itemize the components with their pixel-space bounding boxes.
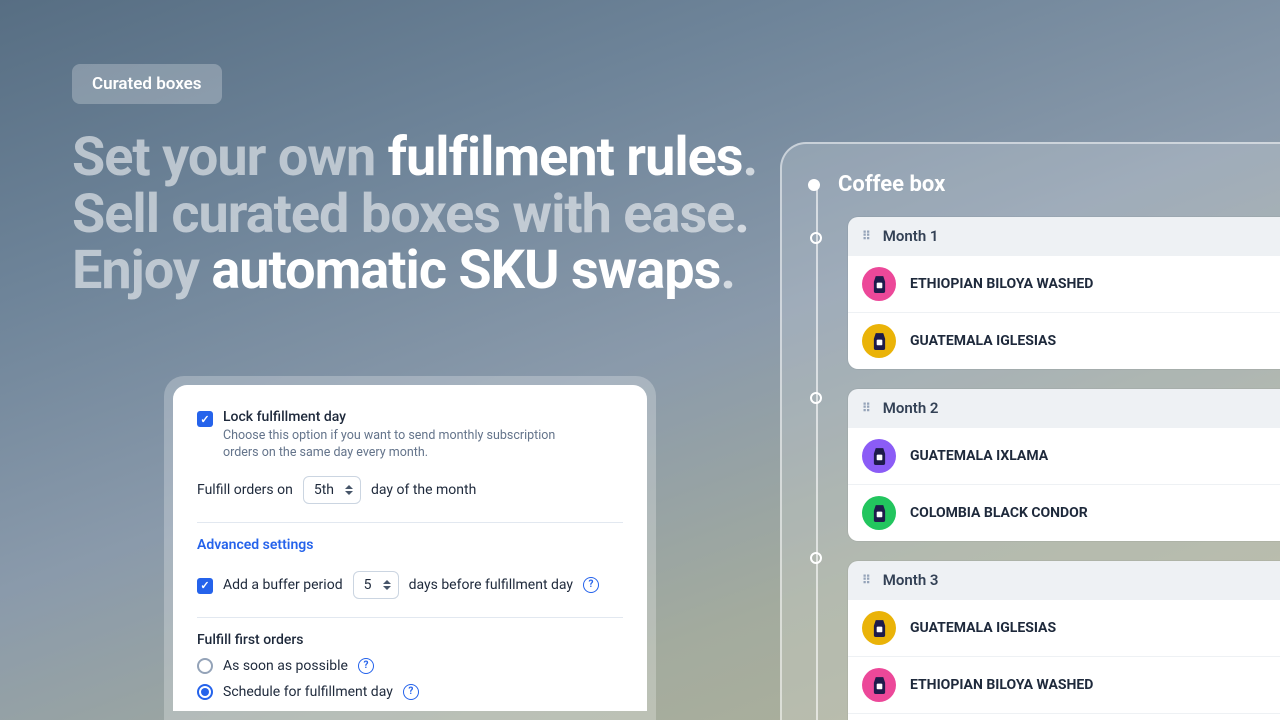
category-badge: Curated boxes bbox=[72, 64, 222, 104]
coffee-bag-icon bbox=[862, 439, 896, 473]
hero-line3-em: automatic SKU swaps bbox=[211, 239, 720, 302]
fulfill-on-pre: Fulfill orders on bbox=[197, 482, 293, 498]
advanced-settings-link[interactable]: Advanced settings bbox=[197, 537, 313, 553]
sku-item[interactable]: ETHIOPIAN BILOYA WASHED bbox=[848, 255, 1280, 312]
buffer-days-value: 5 bbox=[364, 577, 372, 593]
help-icon[interactable]: ? bbox=[403, 684, 419, 700]
drag-handle-icon[interactable]: ⠿ bbox=[862, 577, 873, 583]
buffer-days-stepper[interactable]: 5 bbox=[353, 571, 399, 599]
first-orders-radio-asap[interactable] bbox=[197, 658, 213, 674]
stepper-caret-icon bbox=[382, 577, 392, 593]
fulfill-day-stepper[interactable]: 5th bbox=[303, 476, 361, 504]
fulfill-on-post: day of the month bbox=[371, 482, 476, 498]
sku-item[interactable]: GUATEMALA IGLESIAS bbox=[848, 312, 1280, 369]
help-icon[interactable]: ? bbox=[583, 577, 599, 593]
divider bbox=[197, 617, 623, 618]
timeline-ring bbox=[810, 552, 822, 564]
hero-line2: Sell curated boxes with ease bbox=[72, 183, 734, 246]
hero-line3-pre: Enjoy bbox=[72, 239, 211, 302]
hero-line1-em: fulfilment rules bbox=[388, 126, 743, 189]
sku-name: ETHIOPIAN BILOYA WASHED bbox=[910, 276, 1093, 292]
help-icon[interactable]: ? bbox=[358, 658, 374, 674]
sku-name: GUATEMALA IXLAMA bbox=[910, 448, 1048, 464]
sku-item[interactable]: GUATEMALA IGLESIAS bbox=[848, 599, 1280, 656]
coffee-bag-icon bbox=[862, 496, 896, 530]
buffer-checkbox[interactable]: ✓ bbox=[197, 578, 213, 594]
sku-item[interactable]: PERU FLIGHT 412 NATURAL bbox=[848, 713, 1280, 720]
lock-fulfillment-label: Lock fulfillment day bbox=[223, 409, 583, 425]
month-card: ⠿ Month 1 ETHIOPIAN BILOYA WASHED GUATEM… bbox=[848, 217, 1280, 369]
month-label: Month 1 bbox=[883, 227, 939, 245]
fulfill-day-value: 5th bbox=[314, 482, 334, 498]
lock-fulfillment-checkbox[interactable]: ✓ bbox=[197, 411, 213, 427]
divider bbox=[197, 522, 623, 523]
month-header[interactable]: ⠿ Month 3 bbox=[848, 561, 1280, 599]
first-orders-schedule-label: Schedule for fulfillment day bbox=[223, 684, 393, 700]
month-card: ⠿ Month 3 GUATEMALA IGLESIAS ETHIOPIAN B… bbox=[848, 561, 1280, 720]
timeline-dot bbox=[808, 179, 820, 191]
timeline-ring bbox=[810, 232, 822, 244]
buffer-label: Add a buffer period bbox=[223, 577, 343, 593]
timeline-line bbox=[816, 186, 818, 720]
drag-handle-icon[interactable]: ⠿ bbox=[862, 405, 873, 411]
coffee-bag-icon bbox=[862, 267, 896, 301]
sku-item[interactable]: COLOMBIA BLACK CONDOR bbox=[848, 484, 1280, 541]
month-card: ⠿ Month 2 GUATEMALA IXLAMA COLOMBIA BLAC… bbox=[848, 389, 1280, 541]
first-orders-radio-schedule[interactable] bbox=[197, 684, 213, 700]
first-orders-asap-label: As soon as possible bbox=[223, 658, 348, 674]
coffee-box-panel: Coffee box ⠿ Month 1 ETHIOPIAN BILOYA WA… bbox=[780, 142, 1280, 720]
settings-card-outer: ✓ Lock fulfillment day Choose this optio… bbox=[164, 376, 656, 720]
coffee-bag-icon bbox=[862, 324, 896, 358]
month-header[interactable]: ⠿ Month 1 bbox=[848, 217, 1280, 255]
sku-name: GUATEMALA IGLESIAS bbox=[910, 620, 1056, 636]
settings-card: ✓ Lock fulfillment day Choose this optio… bbox=[173, 385, 647, 711]
panel-title: Coffee box bbox=[838, 172, 945, 197]
sku-name: COLOMBIA BLACK CONDOR bbox=[910, 505, 1088, 521]
sku-name: GUATEMALA IGLESIAS bbox=[910, 333, 1056, 349]
sku-item[interactable]: GUATEMALA IXLAMA bbox=[848, 427, 1280, 484]
month-label: Month 3 bbox=[883, 571, 939, 589]
sku-item[interactable]: ETHIOPIAN BILOYA WASHED bbox=[848, 656, 1280, 713]
lock-fulfillment-hint: Choose this option if you want to send m… bbox=[223, 428, 583, 462]
month-header[interactable]: ⠿ Month 2 bbox=[848, 389, 1280, 427]
stepper-caret-icon bbox=[344, 482, 354, 498]
coffee-bag-icon bbox=[862, 611, 896, 645]
month-label: Month 2 bbox=[883, 399, 939, 417]
hero-line1-pre: Set your own bbox=[72, 126, 388, 189]
timeline-ring bbox=[810, 392, 822, 404]
sku-name: ETHIOPIAN BILOYA WASHED bbox=[910, 677, 1093, 693]
buffer-post: days before fulfillment day bbox=[409, 577, 573, 593]
coffee-bag-icon bbox=[862, 668, 896, 702]
fulfill-first-orders-label: Fulfill first orders bbox=[197, 632, 623, 648]
drag-handle-icon[interactable]: ⠿ bbox=[862, 233, 873, 239]
hero-headline: Set your own fulfilment rules. Sell cura… bbox=[72, 130, 757, 300]
